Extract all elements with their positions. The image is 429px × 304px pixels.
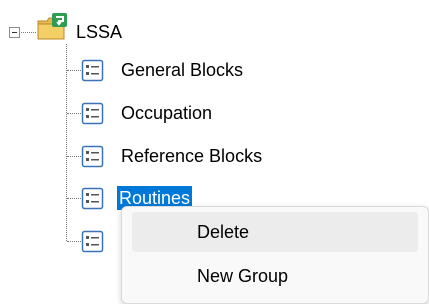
tree-connector-horizontal [67,156,81,157]
tree-connector-horizontal [67,241,81,242]
tree-node-label: Reference Blocks [121,146,263,166]
tree-connector-horizontal [67,113,81,114]
project-folder-icon [37,13,67,40]
list-document-icon [81,145,104,168]
menu-item-label: New Group [197,266,289,286]
collapse-toggle-icon[interactable] [9,27,20,38]
tree-connector-horizontal [67,198,81,199]
tree-node-label: LSSA [76,22,123,42]
tree-node-general-blocks[interactable]: General Blocks [81,58,271,88]
list-document-icon [81,187,104,210]
tree-connector-vertical [66,44,67,241]
tree-connector-horizontal [67,70,81,71]
list-document-icon [81,230,104,253]
tree-node-root[interactable]: LSSA [36,10,146,42]
tree-node-label: General Blocks [121,60,244,80]
menu-item-label: Delete [197,222,250,242]
list-document-icon [81,59,104,82]
tree-node-occupation[interactable]: Occupation [81,101,271,131]
menu-item-delete[interactable]: Delete [132,212,418,252]
tree-connector-horizontal [19,32,36,33]
tree-node-reference-blocks[interactable]: Reference Blocks [81,144,311,174]
tree-node-hidden[interactable] [81,229,121,259]
context-menu: Delete New Group [121,206,429,304]
tree-node-label: Occupation [121,103,213,123]
list-document-icon [81,102,104,125]
menu-item-new-group[interactable]: New Group [132,256,418,296]
